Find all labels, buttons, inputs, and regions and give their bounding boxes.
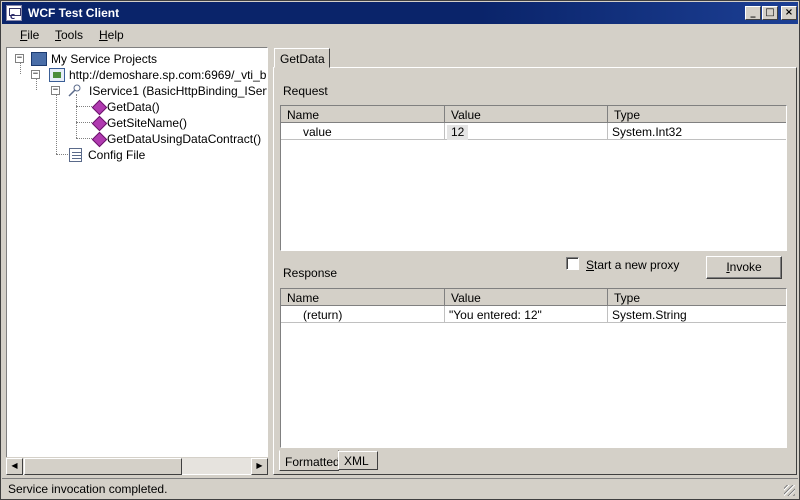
tab-formatted[interactable]: Formatted: [279, 450, 340, 471]
tree-root-label: My Service Projects: [51, 52, 158, 66]
request-param-type: System.Int32: [608, 123, 786, 140]
menu-tools[interactable]: Tools: [55, 28, 83, 42]
response-grid-header: Name Value Type: [281, 289, 786, 306]
new-proxy-label-text: tart a new proxy: [594, 258, 680, 272]
column-header-value[interactable]: Value: [445, 289, 608, 306]
tree-line: [76, 106, 92, 107]
maximize-button[interactable]: □: [762, 6, 778, 20]
method-icon: [91, 131, 108, 148]
resize-grip-icon[interactable]: [784, 485, 795, 496]
menu-tools-label: ools: [61, 28, 84, 42]
request-label: Request: [283, 84, 328, 98]
window-title: WCF Test Client: [28, 6, 120, 20]
tree-line: [76, 94, 77, 138]
collapse-icon[interactable]: −: [51, 86, 60, 95]
tree-line: [76, 122, 92, 123]
minimize-button[interactable]: _: [745, 6, 761, 20]
request-grid[interactable]: Name Value Type value 12 System.Int32: [280, 105, 787, 251]
column-header-type[interactable]: Type: [608, 289, 786, 306]
tree-line: [56, 154, 70, 155]
tree-method-label: GetData(): [107, 100, 160, 114]
collapse-icon[interactable]: −: [31, 70, 40, 79]
menu-help-label: elp: [107, 28, 124, 42]
new-proxy-accel: S: [586, 258, 595, 272]
service-tree[interactable]: − My Service Projects − http://demoshare…: [6, 47, 268, 475]
table-row[interactable]: (return) "You entered: 12" System.String: [281, 306, 786, 323]
column-header-name[interactable]: Name: [281, 289, 445, 306]
response-label: Response: [283, 266, 338, 280]
tree-horizontal-scrollbar[interactable]: ◀ ▶: [6, 457, 268, 475]
request-param-name: value: [281, 123, 445, 140]
request-param-value-cell[interactable]: 12: [445, 123, 608, 140]
new-proxy-label[interactable]: Start a new proxy: [586, 258, 679, 272]
table-row[interactable]: value 12 System.Int32: [281, 123, 786, 140]
tree-line: [56, 94, 57, 154]
response-type: System.String: [608, 306, 786, 323]
column-header-type[interactable]: Type: [608, 106, 786, 123]
tree-method-label: GetDataUsingDataContract(): [107, 132, 262, 146]
invoke-button[interactable]: Invoke: [706, 256, 782, 279]
invoke-label-text: nvoke: [729, 260, 762, 274]
menu-help[interactable]: Help: [99, 28, 124, 42]
config-file-icon: [69, 148, 82, 162]
request-grid-header: Name Value Type: [281, 106, 786, 123]
pane-splitter[interactable]: [268, 47, 272, 475]
menu-bar: File Tools Help: [2, 25, 798, 45]
response-grid[interactable]: Name Value Type (return) "You entered: 1…: [280, 288, 787, 448]
method-icon: [91, 99, 108, 116]
tree-method-label: GetSiteName(): [107, 116, 188, 130]
scroll-thumb[interactable]: [24, 458, 182, 475]
request-param-value-input[interactable]: 12: [447, 125, 469, 140]
tree-line: [20, 62, 21, 74]
tree-service-label: IService1 (BasicHttpBinding_IService: [89, 84, 268, 98]
tree-line: [36, 78, 37, 90]
scroll-left-button[interactable]: ◀: [6, 458, 23, 475]
menu-file-label: ile: [27, 28, 40, 42]
method-icon: [91, 115, 108, 132]
tab-xml[interactable]: XML: [338, 451, 378, 470]
close-button[interactable]: ×: [781, 6, 797, 20]
menu-file[interactable]: File: [20, 28, 39, 42]
web-service-icon: [49, 68, 65, 82]
app-icon: [6, 5, 22, 21]
interface-icon: [68, 84, 81, 97]
collapse-icon[interactable]: −: [15, 54, 24, 63]
title-bar[interactable]: WCF Test Client _ □ ×: [2, 2, 798, 24]
scroll-right-button[interactable]: ▶: [251, 458, 268, 475]
new-proxy-checkbox[interactable]: [566, 257, 579, 270]
tree-config-label: Config File: [88, 148, 146, 162]
menu-help-accel: H: [99, 28, 108, 42]
project-icon: [31, 52, 47, 66]
column-header-name[interactable]: Name: [281, 106, 445, 123]
status-bar: Service invocation completed.: [2, 478, 798, 499]
response-value: "You entered: 12": [445, 306, 608, 323]
status-text: Service invocation completed.: [8, 482, 168, 496]
tree-line: [76, 138, 92, 139]
main-window: WCF Test Client _ □ × File Tools Help − …: [0, 0, 800, 500]
tree-endpoint-label: http://demoshare.sp.com:6969/_vti_bin/u: [69, 68, 268, 82]
response-name: (return): [281, 306, 445, 323]
tab-getdata[interactable]: GetData: [274, 48, 330, 68]
column-header-value[interactable]: Value: [445, 106, 608, 123]
